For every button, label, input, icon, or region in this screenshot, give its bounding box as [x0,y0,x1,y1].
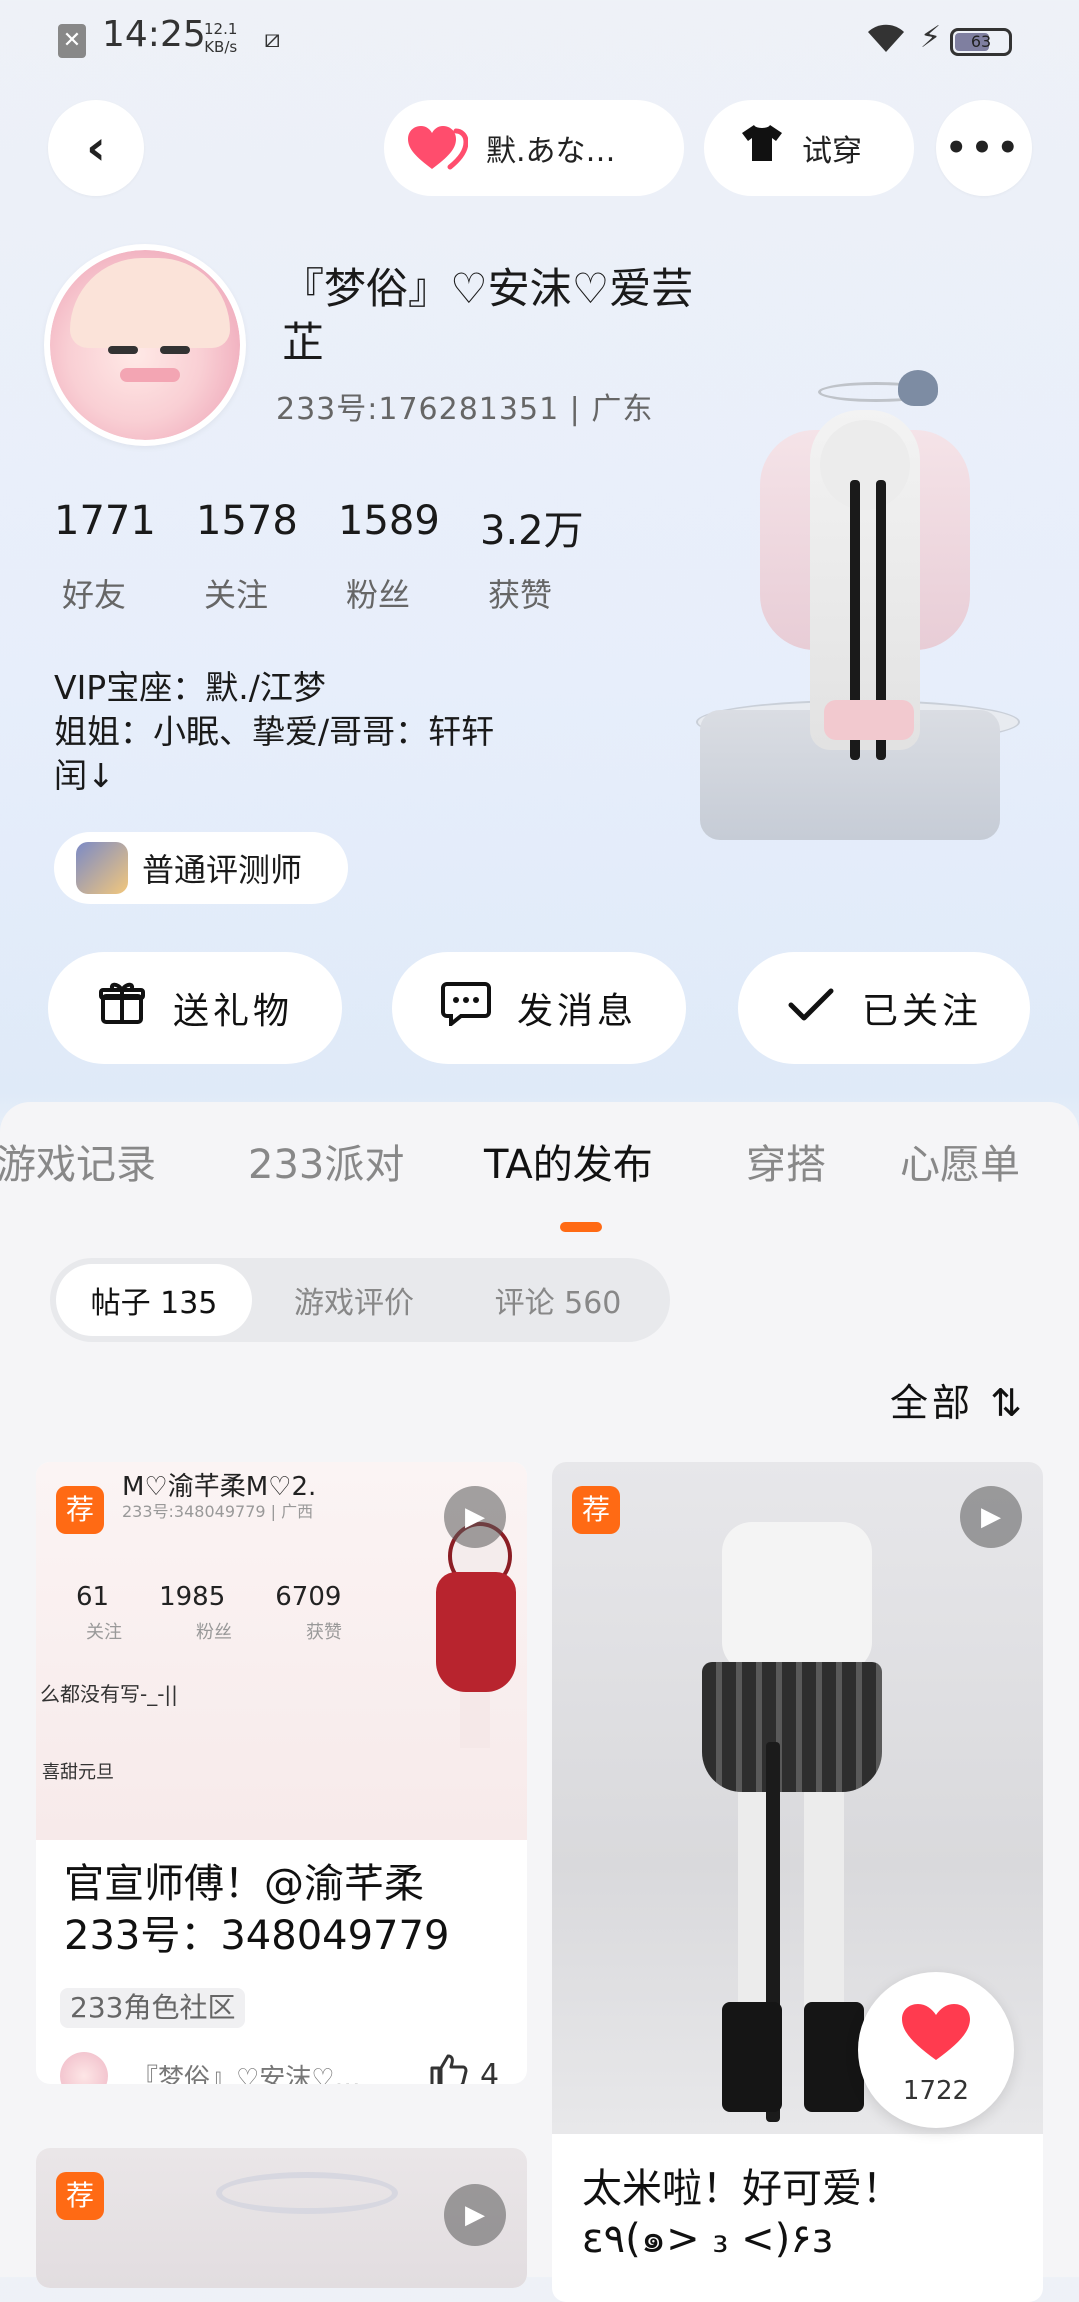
reviewer-badge[interactable]: 普通评测师 [54,832,348,904]
play-icon[interactable]: ▶ [960,1486,1022,1548]
screenshot-icon: ⧄ [264,24,281,54]
status-time: 14:25 [102,14,206,55]
following-button[interactable]: 已关注 [738,952,1030,1064]
send-gift-label: 送礼物 [172,991,293,1032]
tab-wishlist[interactable]: 心愿单 [900,1132,1020,1190]
active-tab-indicator [560,1222,602,1232]
recommended-badge: 荐 [56,2172,104,2220]
notification-icon: ✕ [58,24,86,58]
sort-label: 全部 [890,1381,975,1425]
play-icon[interactable]: ▶ [444,2184,506,2246]
battery-icon: 63 [950,28,1012,56]
visitor-user-pill[interactable]: 默.あな… [384,100,684,196]
like-count: 4 [480,2058,500,2084]
post-subtabs: 帖子 135 游戏评价 评论 560 [50,1258,670,1342]
author-name[interactable]: 『梦俗』♡安沫♡… [132,2058,432,2084]
stat-label: 关注 [204,576,269,614]
like-fab[interactable]: 1722 [858,1972,1014,2128]
profile-nickname: 『梦俗』♡安沫♡爱芸芷 [282,264,694,367]
reviewer-badge-label: 普通评测师 [142,851,303,889]
post-title: 官宣师傅！@渝芊柔 233号：348049779 [64,1861,450,1959]
profile-stats: 1771 好友 1578 关注 1589 粉丝 3.2万 获赞 [54,498,622,616]
profile-bio: VIP宝座：默./江梦 姐姐：小眠、挚爱/哥哥：轩轩 闰↓ [54,668,495,795]
stat-number: 3.2万 [480,508,584,554]
status-bar: ✕ 14:25 12.1 KB/s ⧄ ⚡ 63 [0,0,1079,90]
tab-ta-posts[interactable]: TA的发布 [484,1132,653,1190]
gift-icon [97,980,147,1036]
profile-id-location: 233号:176281351 | 广东 [276,392,654,427]
more-dots-icon: ••• [945,128,1023,168]
sort-dropdown[interactable]: 全部 ⇅ [890,1372,1026,1427]
tshirt-icon [740,123,784,173]
try-on-label: 试穿 [802,134,862,169]
visitor-user-name: 默.あな… [486,134,616,169]
author-avatar[interactable] [60,2052,108,2084]
network-speed: 12.1 KB/s [204,20,238,56]
stat-number: 1578 [196,498,298,544]
recommended-badge: 荐 [572,1486,620,1534]
thumbs-up-icon[interactable] [430,2054,468,2084]
recommended-badge: 荐 [56,1486,104,1534]
tab-outfits[interactable]: 穿搭 [746,1132,826,1190]
stat-friends[interactable]: 1771 好友 [54,498,196,616]
sort-icon: ⇅ [990,1381,1026,1425]
following-label: 已关注 [861,991,982,1032]
profile-tabs: 游戏记录 233派对 TA的发布 穿搭 心愿单 [0,1132,1079,1202]
send-message-label: 发消息 [516,991,637,1032]
try-on-button[interactable]: 试穿 [704,100,914,196]
chevron-left-icon: ‹ [86,120,106,176]
play-icon[interactable]: ▶ [444,1486,506,1548]
reviewer-badge-icon [76,842,128,894]
stat-following[interactable]: 1578 关注 [196,498,338,616]
stat-fans[interactable]: 1589 粉丝 [338,498,480,616]
post-title: 太米啦！好可爱！ ε٩(๑> ₃ <)۶з [582,2166,902,2262]
shot-stat-labels: 关注 粉丝 获赞 [86,1622,342,1643]
subtab-game-reviews[interactable]: 游戏评价 [256,1264,452,1336]
battery-level: 63 [970,32,992,51]
post-card[interactable]: 荐 ▶ 太米啦！好可爱！ ε٩(๑> ₃ <)۶з [552,1462,1043,2302]
tab-233-party[interactable]: 233派对 [248,1132,404,1190]
post-card[interactable]: 荐 ▶ [36,2148,527,2288]
wifi-icon [866,22,906,62]
shot-text: 么都没有写-_-|| [40,1682,178,1706]
double-heart-icon [406,123,469,173]
like-fab-count: 1722 [902,2076,970,2106]
avatar[interactable] [44,244,246,446]
shot-stats: 61 1985 6709 [76,1582,342,1612]
chat-bubble-icon [440,980,491,1036]
stat-label: 好友 [62,576,127,614]
send-message-button[interactable]: 发消息 [392,952,686,1064]
send-gift-button[interactable]: 送礼物 [48,952,342,1064]
tab-game-records[interactable]: 游戏记录 [0,1132,156,1190]
subtab-posts[interactable]: 帖子 135 [56,1264,252,1336]
more-button[interactable]: ••• [936,100,1032,196]
subtab-comments[interactable]: 评论 560 [458,1264,658,1336]
stat-label: 获赞 [488,576,553,614]
post-card[interactable]: M♡渝芊柔M♡2. 233号:348049779 | 广西 61 1985 67… [36,1462,527,2084]
back-button[interactable]: ‹ [48,100,144,196]
stat-likes: 3.2万 获赞 [480,498,622,616]
post-tag[interactable]: 233角色社区 [60,1988,246,2028]
check-icon [786,984,836,1033]
heart-icon [900,2002,972,2062]
shot-id: 233号:348049779 | 广西 [122,1502,314,1521]
character-figure[interactable] [696,370,1079,870]
stat-label: 粉丝 [346,576,411,614]
stat-number: 1589 [338,498,440,544]
stat-number: 1771 [54,498,156,544]
charging-icon: ⚡ [920,20,942,55]
shot-text: 喜甜元旦 [42,1762,114,1783]
